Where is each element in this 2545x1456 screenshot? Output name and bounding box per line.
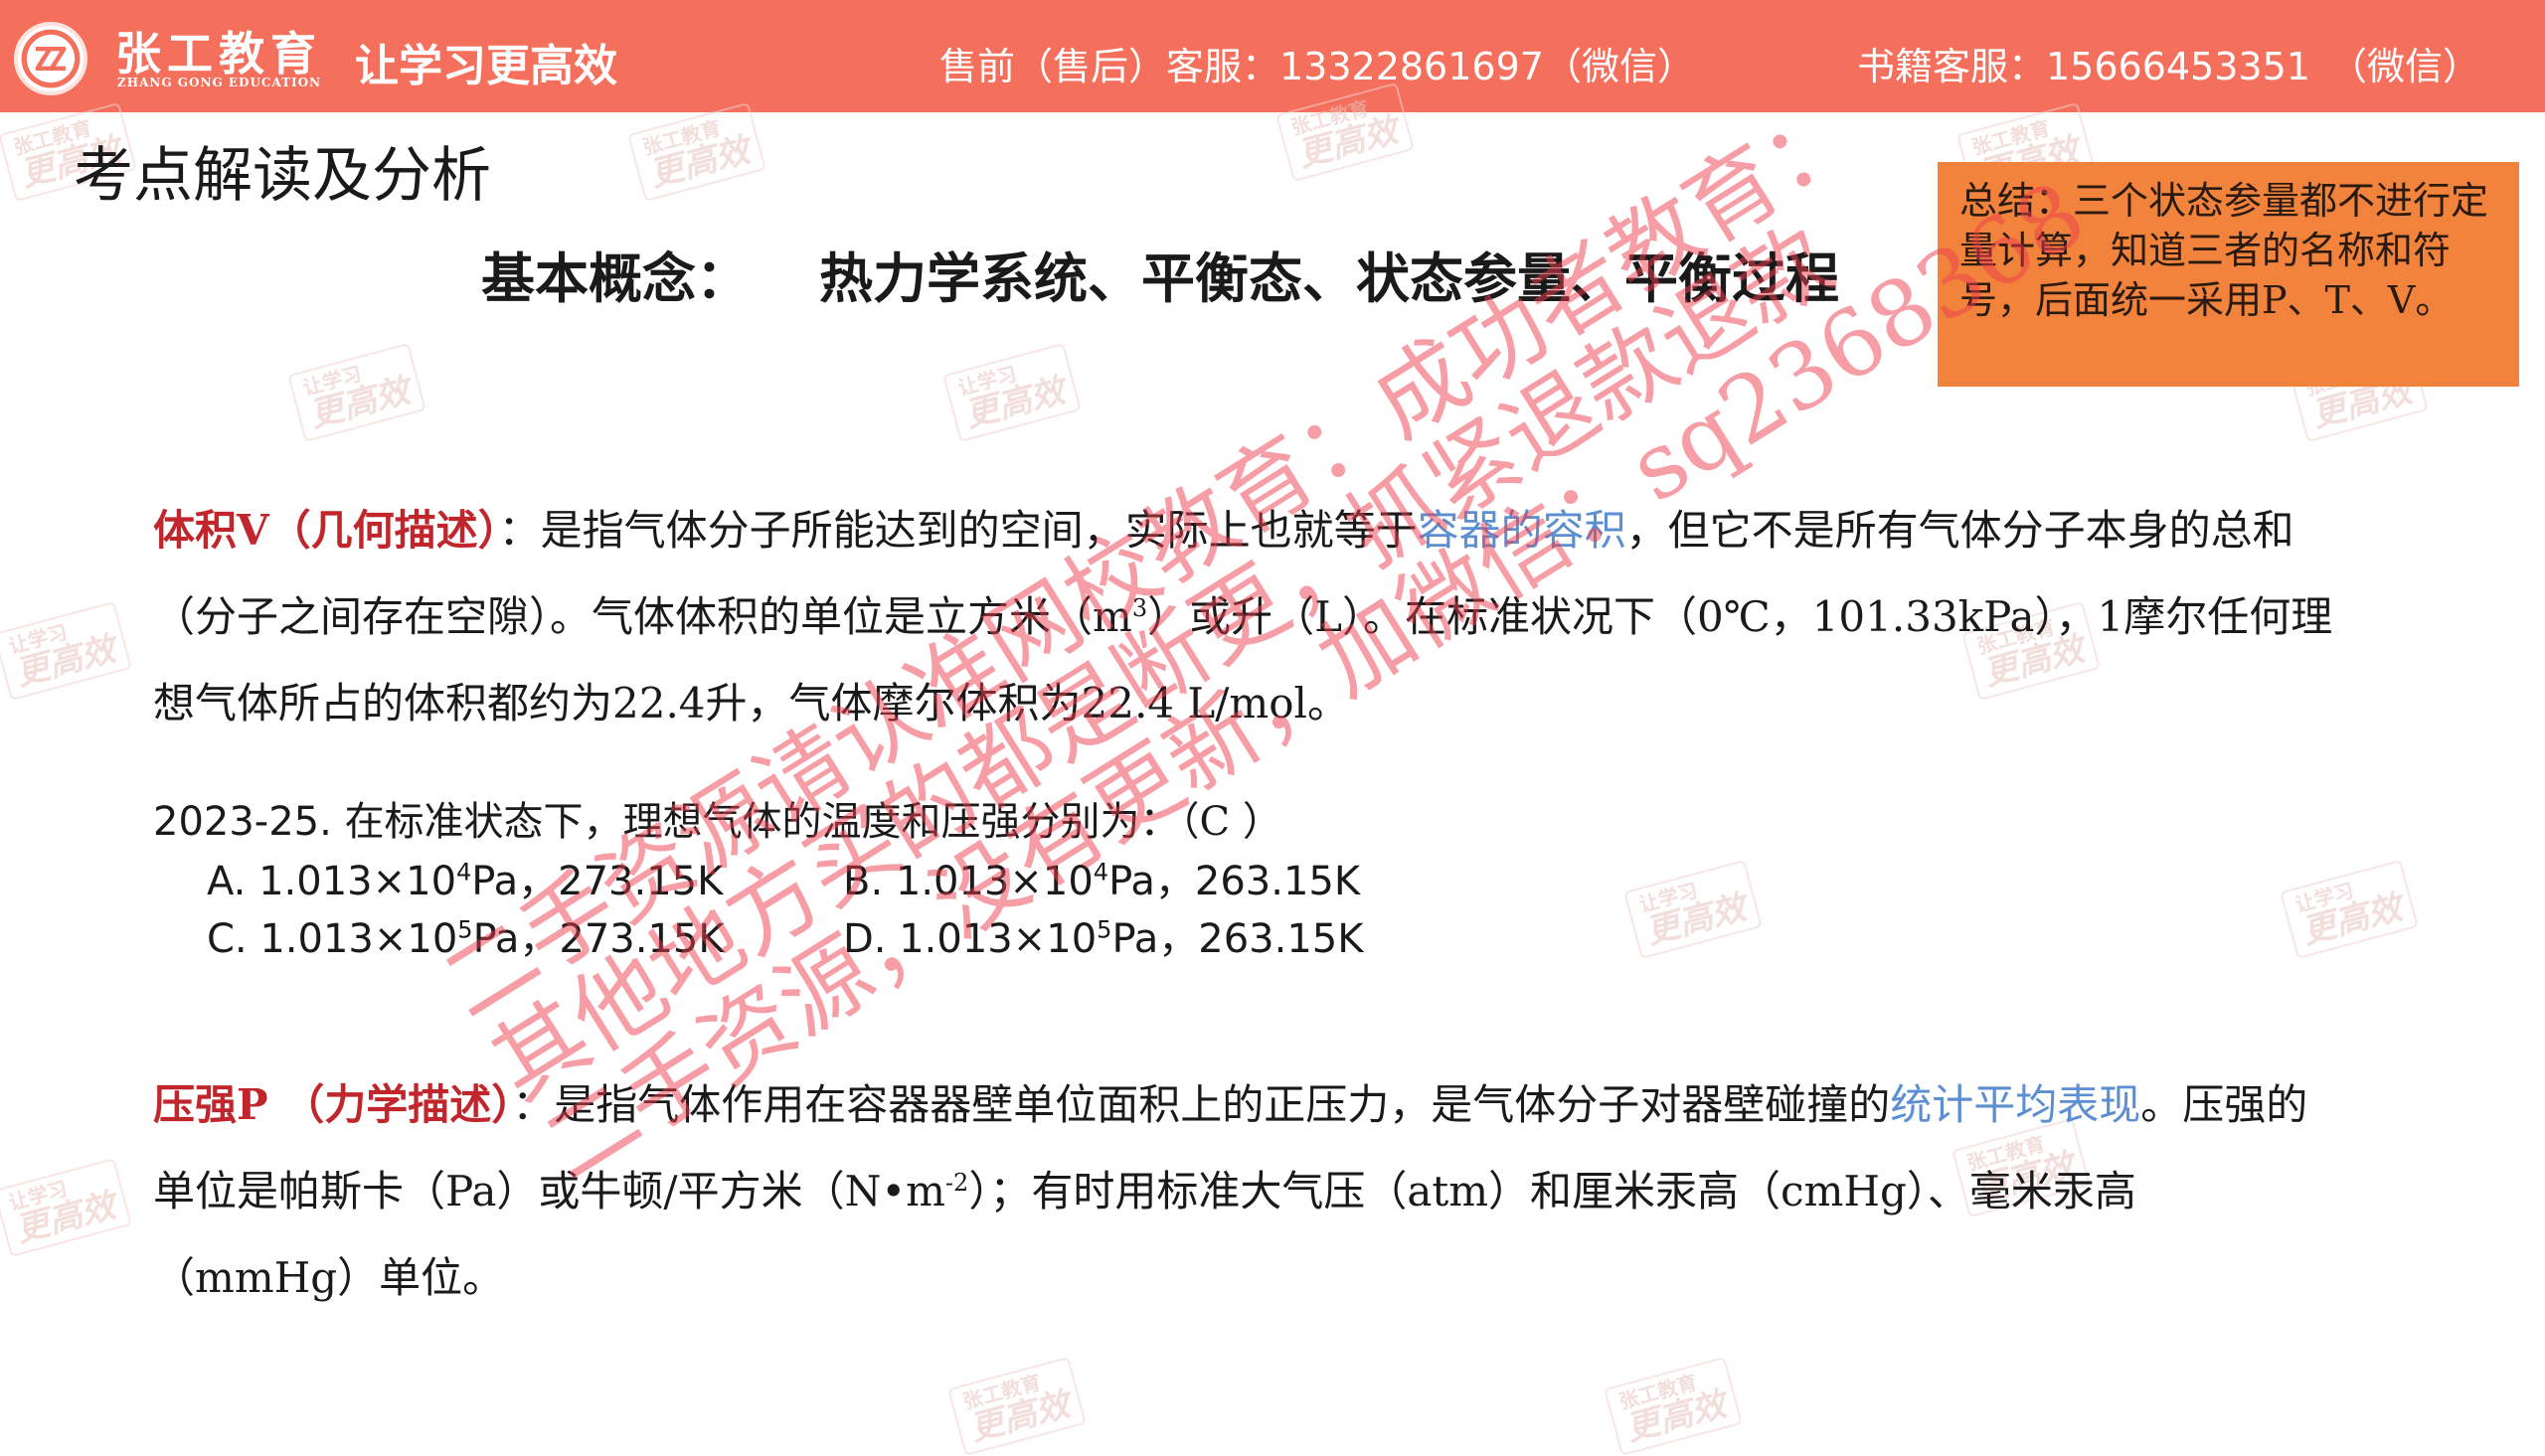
presale-contact: 售前（售后）客服：13322861697（微信） [939, 45, 1695, 88]
option-a: A. 1.013×104Pa，273.15K [207, 858, 724, 904]
option-c: C. 1.013×105Pa，273.15K [207, 915, 725, 962]
brand-watermark: 让学习 更高效 [942, 342, 1082, 443]
brand-name: 张工教育 [115, 27, 322, 81]
brand-watermark: 张工教育更高效 [947, 1356, 1087, 1456]
brand-watermark: 让学习 更高效 [0, 1157, 132, 1258]
brand-watermark: 让学习 更高效 [2280, 859, 2419, 960]
brand-watermark: 让学习 更高效 [1623, 859, 1763, 960]
options-right: B. 1.013×104Pa，263.15K D. 1.013×105Pa，26… [843, 853, 1363, 968]
volume-term: 体积V（几何描述） [153, 506, 499, 555]
pressure-highlight: 统计平均表现 [1890, 1080, 2141, 1129]
header-bar: 张工教育 ZHANG GONG EDUCATION 让学习更高效 售前（售后）客… [0, 0, 2545, 112]
question-text: 在标准状态下，理想气体的温度和压强分别为：（C ） [344, 799, 1282, 845]
summary-box: 总结：三个状态参量都不进行定量计算，知道三者的名称和符号，后面统一采用P、T、V… [1938, 162, 2519, 387]
option-d: D. 1.013×105Pa，263.15K [843, 915, 1364, 962]
page-title: 考点解读及分析 [74, 141, 491, 211]
basic-concepts: 基本概念： 热力学系统、平衡态、状态参量、平衡过程 [481, 235, 1839, 313]
options-left: A. 1.013×104Pa，273.15K C. 1.013×105Pa，27… [207, 853, 725, 968]
brand-watermark: 张工教育更高效 [627, 101, 766, 203]
volume-paragraph: 体积V（几何描述）：是指气体分子所能达到的空间，实际上也就等于容器的容积，但它不… [153, 506, 2333, 728]
books-contact: 书籍客服：15666453351 （微信） [1857, 45, 2480, 88]
pressure-term: 压强P （力学描述） [153, 1080, 513, 1129]
exam-question: 2023-25. 在标准状态下，理想气体的温度和压强分别为：（C ） [153, 793, 1282, 851]
brand-watermark: 让学习 更高效 [0, 600, 132, 702]
pressure-paragraph: 压强P （力学描述）：是指气体作用在容器器壁单位面积上的正压力，是气体分子对器壁… [153, 1080, 2308, 1302]
question-number: 2023-25. [153, 799, 332, 845]
brand-watermark: 让学习 更高效 [287, 342, 426, 443]
concept-items: 热力学系统、平衡态、状态参量、平衡过程 [819, 246, 1839, 310]
brand-name-en: ZHANG GONG EDUCATION [117, 76, 322, 89]
concept-label: 基本概念： [481, 246, 750, 310]
zz-logo-icon [14, 22, 87, 95]
slogan: 让学习更高效 [355, 41, 617, 91]
volume-highlight: 容器的容积 [1417, 506, 1626, 555]
option-b: B. 1.013×104Pa，263.15K [843, 858, 1361, 904]
brand-watermark: 张工教育更高效 [1604, 1356, 1743, 1456]
